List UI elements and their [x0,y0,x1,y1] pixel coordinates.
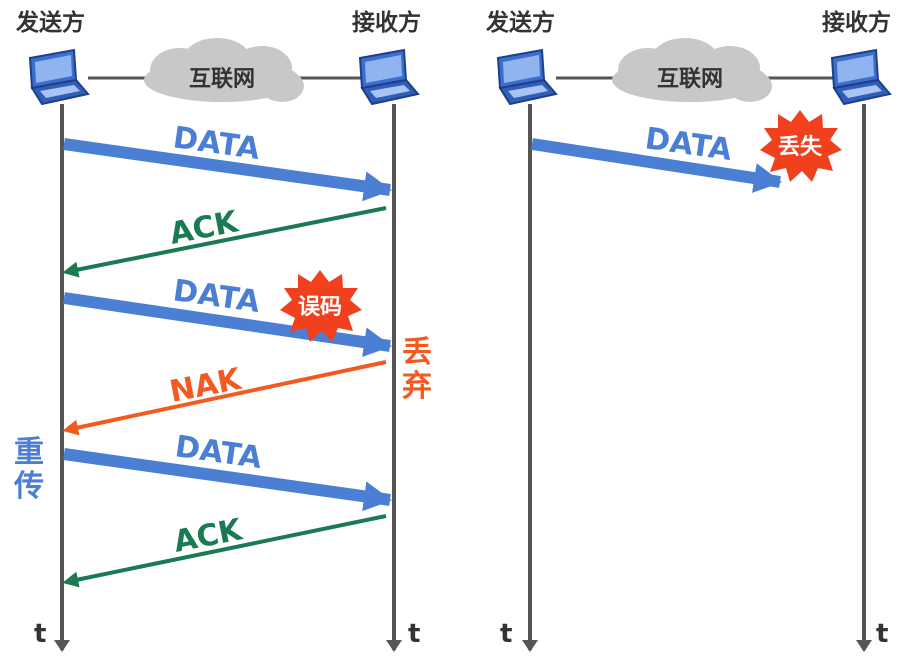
nak-label: NAK [167,362,246,410]
right-time-label-receiver: t [876,619,888,649]
laptop-icon [359,49,419,105]
left-time-label-sender: t [34,619,46,649]
ack-label: ACK [167,204,243,252]
laptop-icon [29,49,89,105]
stop-and-wait-diagram: 发送方 接收方 互联网 t t DATA ACK DATA 误码 丢 弃 NAK… [13,9,891,652]
right-time-label-sender: t [500,619,512,649]
right-network-label: 互联网 [657,67,723,92]
discard-label: 丢 [402,335,432,370]
left-panel: 发送方 接收方 互联网 t t DATA ACK DATA 误码 丢 弃 NAK… [13,9,432,652]
laptop-icon [831,49,891,105]
laptop-icon [497,49,557,105]
discard-label: 弃 [402,369,432,404]
error-badge-label: 误码 [298,295,342,320]
ack-label: ACK [171,512,247,560]
right-receiver-label: 接收方 [822,9,891,36]
right-panel: 发送方 接收方 互联网 t t DATA 丢失 [485,9,891,652]
lost-badge-label: 丢失 [778,135,823,160]
left-sender-label: 发送方 [15,9,85,36]
left-time-label-receiver: t [408,619,420,649]
left-network-label: 互联网 [189,67,255,92]
right-sender-label: 发送方 [485,9,555,36]
retransmit-label: 传 [13,469,44,504]
retransmit-label: 重 [14,435,44,470]
left-receiver-label: 接收方 [352,9,421,36]
